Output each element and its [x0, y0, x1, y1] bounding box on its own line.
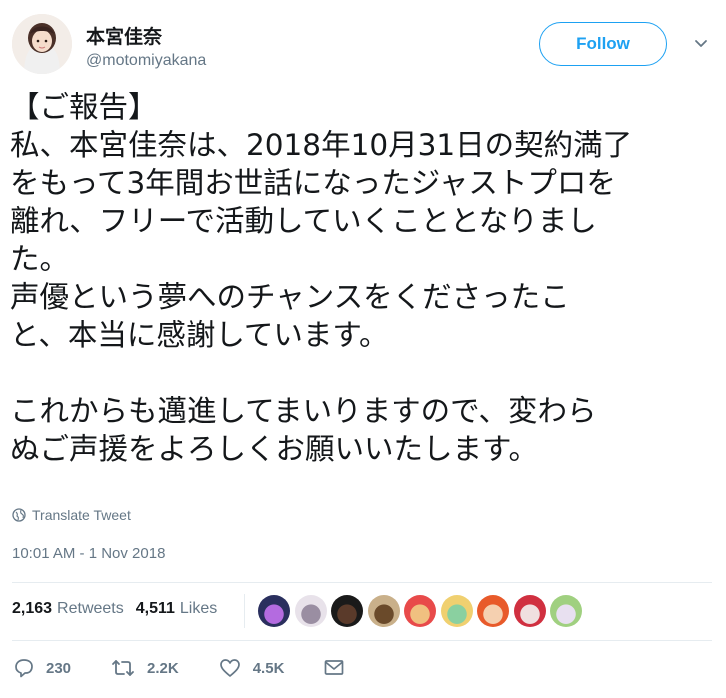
translate-label: Translate Tweet — [32, 507, 131, 523]
likes-count: 4,511 — [135, 600, 175, 617]
chevron-down-icon[interactable] — [693, 36, 709, 52]
liked-by-avatar[interactable] — [294, 595, 327, 627]
like-count: 4.5K — [252, 659, 285, 677]
direct-message-button[interactable] — [324, 659, 356, 677]
heart-icon — [219, 659, 240, 677]
liked-by-avatar[interactable] — [477, 595, 509, 627]
liked-by-avatar[interactable] — [331, 595, 363, 627]
follow-button[interactable]: Follow — [539, 22, 667, 66]
retweet-count: 2.2K — [147, 659, 179, 677]
reply-count: 230 — [46, 659, 72, 677]
envelope-icon — [325, 660, 344, 675]
retweets-count: 2,163 — [12, 600, 53, 617]
reply-icon — [15, 659, 33, 678]
liked-by-avatar[interactable] — [258, 595, 290, 627]
likes-stat[interactable]: 4,511 Likes — [136, 600, 218, 618]
tweet-actions: 230 2.2K 4.5K — [14, 658, 396, 678]
tweet-stats: 2,163 Retweets 4,511 Likes — [12, 600, 229, 618]
display-name[interactable]: 本宮佳奈 — [86, 22, 162, 49]
screen-name[interactable]: @motomiyakana — [86, 52, 206, 70]
like-button[interactable]: 4.5K — [219, 658, 285, 678]
liked-by-avatar[interactable] — [367, 595, 400, 627]
timestamp[interactable]: 10:01 AM - 1 Nov 2018 — [12, 545, 165, 562]
retweets-stat[interactable]: 2,163 Retweets — [12, 600, 124, 618]
reply-button[interactable]: 230 — [14, 658, 71, 678]
stats-separator — [244, 594, 245, 628]
retweet-button[interactable]: 2.2K — [111, 658, 179, 678]
liked-by-avatar[interactable] — [440, 595, 473, 627]
tweet-text: 【ご報告】 私、本宮佳奈は、2018年10月31日の契約満了 をもって3年間お世… — [10, 90, 633, 466]
retweet-icon — [112, 660, 134, 676]
avatar-image — [12, 14, 72, 74]
likes-label: Likes — [179, 600, 218, 617]
liked-by-avatar[interactable] — [550, 595, 582, 627]
translate-tweet-link[interactable]: Translate Tweet — [12, 507, 131, 523]
retweets-label: Retweets — [57, 600, 124, 617]
globe-icon — [12, 508, 26, 522]
tweet-header: 本宮佳奈 @motomiyakana Follow — [12, 14, 712, 78]
liked-by-avatars — [258, 595, 587, 627]
liked-by-avatar[interactable] — [404, 595, 436, 627]
divider — [12, 640, 712, 641]
liked-by-avatar[interactable] — [513, 595, 546, 627]
divider — [12, 582, 712, 583]
avatar[interactable] — [12, 14, 72, 74]
